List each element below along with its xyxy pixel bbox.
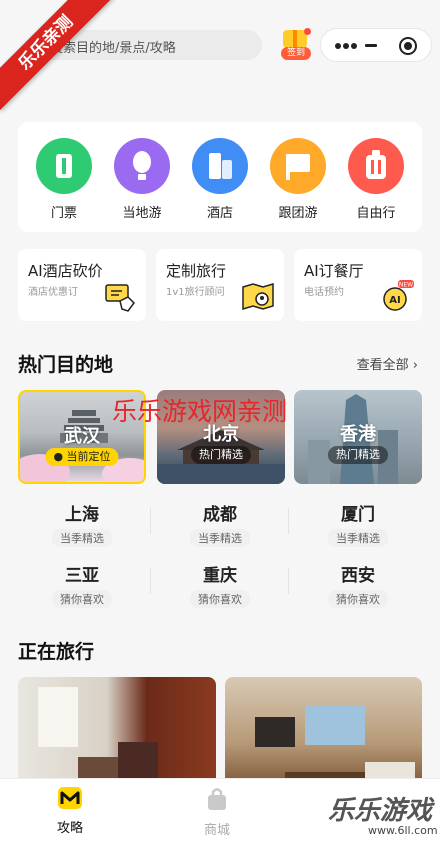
category-label: 门票 bbox=[50, 206, 77, 221]
city-item-shanghai[interactable]: 上海 当季精选 bbox=[22, 500, 142, 547]
chevron-right-icon: › bbox=[412, 358, 418, 373]
divider bbox=[150, 568, 151, 594]
checkin-label: 签到 bbox=[281, 47, 311, 60]
see-all-link[interactable]: 查看全部 › bbox=[357, 354, 418, 373]
nav-tab-mall[interactable]: 商城 bbox=[177, 787, 257, 838]
watermark-center: 乐乐游戏网亲测 bbox=[112, 397, 288, 426]
city-tag: 当季精选 bbox=[190, 529, 250, 547]
minimize-icon[interactable] bbox=[365, 44, 377, 47]
promo-title: AI订餐厅 bbox=[304, 262, 364, 280]
category-label: 当地游 bbox=[122, 206, 162, 221]
destination-name: 香港 bbox=[340, 424, 376, 445]
destination-tile-hongkong[interactable]: 香港 热门精选 bbox=[294, 390, 422, 484]
promo-ai-restaurant[interactable]: AI订餐厅 电话预约 NEW AI bbox=[294, 249, 422, 321]
category-label: 自由行 bbox=[356, 206, 396, 221]
traveling-photo-2[interactable] bbox=[225, 677, 422, 787]
city-name: 重庆 bbox=[203, 566, 237, 586]
city-item-xiamen[interactable]: 厦门 当季精选 bbox=[298, 500, 418, 547]
traveling-title: 正在旅行 bbox=[18, 641, 95, 663]
city-item-chongqing[interactable]: 重庆 猜你喜欢 bbox=[160, 561, 280, 608]
watermark-corner-title: 乐乐游戏 bbox=[328, 796, 433, 826]
see-all-label: 查看全部 bbox=[356, 358, 409, 373]
close-target-icon[interactable] bbox=[399, 37, 417, 55]
hot-pick-tag: 热门精选 bbox=[191, 446, 251, 464]
category-card: 门票 当地游 酒店 跟团游 自由行 bbox=[18, 122, 422, 232]
ticket-icon bbox=[36, 138, 92, 194]
category-hotel[interactable]: 酒店 bbox=[185, 138, 255, 221]
promo-subtitle: 酒店优惠订 bbox=[28, 287, 78, 298]
new-badge: NEW bbox=[399, 282, 413, 289]
category-label: 酒店 bbox=[206, 206, 233, 221]
city-name: 上海 bbox=[65, 505, 99, 525]
nav-tab-guide[interactable]: 攻略 bbox=[30, 787, 110, 836]
category-free-travel[interactable]: 自由行 bbox=[341, 138, 411, 221]
price-tag-hand-icon bbox=[105, 284, 135, 312]
nav-label: 商城 bbox=[203, 823, 230, 838]
city-tag: 猜你喜欢 bbox=[52, 590, 112, 608]
svg-text:AI: AI bbox=[389, 295, 400, 306]
nav-label: 攻略 bbox=[56, 821, 83, 836]
tag-label: 当前定位 bbox=[66, 450, 111, 463]
promo-ai-hotel[interactable]: AI酒店砍价 酒店优惠订 bbox=[18, 249, 146, 321]
divider bbox=[288, 508, 289, 534]
more-icon[interactable] bbox=[335, 43, 357, 49]
balloon-icon bbox=[114, 138, 170, 194]
hotel-room-image bbox=[38, 687, 158, 787]
promo-title: AI酒店砍价 bbox=[28, 262, 103, 280]
city-name: 西安 bbox=[341, 566, 375, 586]
hotel-suite-image bbox=[255, 705, 415, 787]
miniprogram-capsule bbox=[320, 28, 432, 62]
watermark-corner: 乐乐游戏 www.6ll.com bbox=[328, 790, 440, 842]
location-pin-icon: ● bbox=[53, 450, 64, 463]
guide-m-icon bbox=[58, 787, 82, 809]
notification-dot bbox=[304, 28, 311, 35]
city-tag: 当季精选 bbox=[328, 529, 388, 547]
category-label: 跟团游 bbox=[278, 206, 318, 221]
hot-pick-tag: 热门精选 bbox=[328, 446, 388, 464]
watermark-corner-url: www.6ll.com bbox=[368, 824, 438, 837]
luggage-icon bbox=[348, 138, 404, 194]
city-tag: 猜你喜欢 bbox=[328, 590, 388, 608]
map-person-icon bbox=[242, 282, 274, 311]
city-tag: 猜你喜欢 bbox=[190, 590, 250, 608]
city-item-chengdu[interactable]: 成都 当季精选 bbox=[160, 500, 280, 547]
ai-phone-icon: NEW AI bbox=[383, 280, 414, 311]
checkin-gift-icon[interactable]: 签到 bbox=[281, 28, 311, 60]
current-location-tag: ● 当前定位 bbox=[45, 448, 119, 466]
city-name: 成都 bbox=[203, 505, 237, 525]
divider bbox=[288, 568, 289, 594]
building-icon bbox=[192, 138, 248, 194]
category-group-tours[interactable]: 跟团游 bbox=[263, 138, 333, 221]
hot-destinations-title: 热门目的地 bbox=[18, 354, 114, 376]
traveling-photo-1[interactable] bbox=[18, 677, 216, 787]
promo-subtitle: 电话预约 bbox=[304, 287, 344, 298]
city-item-xian[interactable]: 西安 猜你喜欢 bbox=[298, 561, 418, 608]
category-tickets[interactable]: 门票 bbox=[29, 138, 99, 221]
shopping-bag-icon bbox=[208, 788, 226, 810]
city-name: 厦门 bbox=[341, 505, 375, 525]
city-tag: 当季精选 bbox=[52, 529, 112, 547]
city-name: 三亚 bbox=[65, 566, 99, 586]
category-local-tours[interactable]: 当地游 bbox=[107, 138, 177, 221]
promo-subtitle: 1v1旅行顾问 bbox=[166, 287, 225, 298]
divider bbox=[150, 508, 151, 534]
promo-title: 定制旅行 bbox=[166, 262, 227, 280]
promo-custom-travel[interactable]: 定制旅行 1v1旅行顾问 bbox=[156, 249, 284, 321]
flag-icon bbox=[270, 138, 326, 194]
city-item-sanya[interactable]: 三亚 猜你喜欢 bbox=[22, 561, 142, 608]
